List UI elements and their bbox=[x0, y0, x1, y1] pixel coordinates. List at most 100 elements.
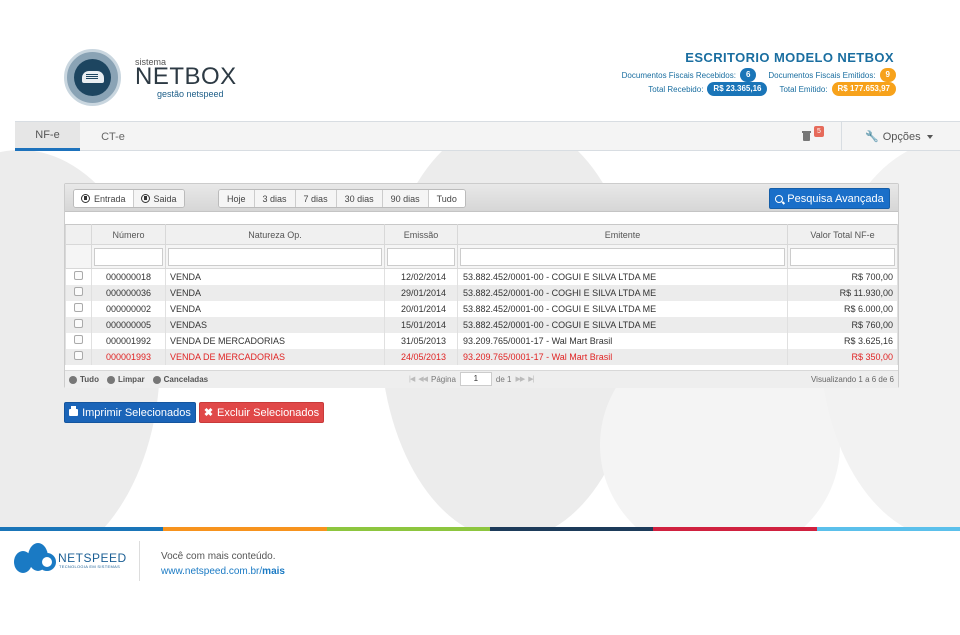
clear-selection-label: Limpar bbox=[117, 375, 145, 384]
minus-circle-icon bbox=[106, 375, 115, 384]
filter-toolbar: Entrada Saida Hoje 3 dias 7 dias 30 dias… bbox=[65, 184, 898, 212]
period-7-dias[interactable]: 7 dias bbox=[295, 190, 337, 207]
document-lines-icon bbox=[86, 74, 98, 75]
options-menu[interactable]: 🔧 Opções bbox=[865, 122, 933, 151]
print-selected-button[interactable]: Imprimir Selecionados bbox=[64, 402, 196, 423]
clear-selection-button[interactable]: Limpar bbox=[106, 375, 145, 384]
row-checkbox[interactable] bbox=[74, 319, 83, 328]
row-checkbox[interactable] bbox=[74, 303, 83, 312]
cell-numero: 000000002 bbox=[91, 300, 166, 317]
cell-emitente: 53.882.452/0001-00 - COGUI E SILVA LTDA … bbox=[457, 316, 788, 333]
row-checkbox[interactable] bbox=[74, 271, 83, 281]
advanced-search-button[interactable]: Pesquisa Avançada bbox=[769, 188, 890, 209]
table-row[interactable]: 000000005 VENDAS 15/01/2014 53.882.452/0… bbox=[65, 316, 898, 333]
row-checkbox[interactable] bbox=[74, 351, 83, 360]
search-icon bbox=[775, 194, 784, 203]
total-received-label: Total Recebido: bbox=[648, 84, 704, 94]
printer-icon bbox=[69, 406, 79, 416]
filter-natureza-input[interactable] bbox=[168, 247, 382, 266]
period-3-dias[interactable]: 3 dias bbox=[254, 190, 296, 207]
cell-emissao: 12/02/2014 bbox=[384, 268, 458, 285]
tabbar-divider bbox=[841, 122, 842, 151]
table-row[interactable]: 000000002 VENDA 20/01/2014 53.882.452/00… bbox=[65, 300, 898, 317]
col-numero[interactable]: Número bbox=[91, 224, 166, 245]
print-selected-label: Imprimir Selecionados bbox=[82, 406, 191, 419]
footer-divider bbox=[139, 541, 140, 581]
select-cancelled-button[interactable]: Canceladas bbox=[152, 375, 209, 384]
table-row-cancelled[interactable]: 000001993 VENDA DE MERCADORIAS 24/05/201… bbox=[65, 348, 898, 365]
trash-count-badge: 5 bbox=[814, 126, 824, 137]
cell-emissao: 20/01/2014 bbox=[384, 300, 458, 317]
period-30-dias[interactable]: 30 dias bbox=[336, 190, 383, 207]
cell-emissao: 29/01/2014 bbox=[384, 284, 458, 301]
previous-page-icon[interactable]: ◀◀ bbox=[418, 375, 428, 383]
netspeed-name: NETSPEED bbox=[58, 551, 127, 565]
cell-emitente: 93.209.765/0001-17 - Wal Mart Brasil bbox=[457, 332, 788, 349]
next-page-icon[interactable]: ▶▶ bbox=[515, 375, 525, 383]
cell-emitente: 53.882.452/0001-00 - COGHI E SILVA LTDA … bbox=[457, 284, 788, 301]
cell-valor: R$ 700,00 bbox=[787, 268, 898, 285]
period-tudo[interactable]: Tudo bbox=[428, 190, 465, 207]
advanced-search-label: Pesquisa Avançada bbox=[787, 192, 884, 205]
selection-controls: Tudo Limpar Canceladas bbox=[69, 375, 208, 384]
footer-link[interactable]: www.netspeed.com.br/mais bbox=[161, 566, 285, 577]
filter-cell-emissao bbox=[384, 244, 458, 269]
select-all-button[interactable]: Tudo bbox=[69, 375, 99, 384]
tab-cte[interactable]: CT-e bbox=[91, 122, 135, 151]
footer-link-prefix: www.netspeed.com.br/ bbox=[161, 566, 263, 577]
col-emitente[interactable]: Emitente bbox=[457, 224, 788, 245]
cell-natureza: VENDA DE MERCADORIAS bbox=[165, 348, 385, 365]
cell-emitente: 53.882.452/0001-00 - COGUI E SILVA LTDA … bbox=[457, 300, 788, 317]
page-label: Página bbox=[430, 374, 456, 384]
totals-stats-row: Total Recebido: R$ 23.365,16 Total Emiti… bbox=[648, 82, 896, 96]
cloud-icon bbox=[82, 71, 104, 83]
cell-valor: R$ 6.000,00 bbox=[787, 300, 898, 317]
last-page-icon[interactable]: ▶| bbox=[528, 375, 534, 383]
logo-inner bbox=[74, 59, 111, 96]
cell-numero: 000000018 bbox=[91, 268, 166, 285]
trash-icon[interactable] bbox=[801, 129, 815, 145]
col-natureza[interactable]: Natureza Op. bbox=[165, 224, 385, 245]
footer-tagline: Você com mais conteúdo. bbox=[161, 551, 276, 562]
netbox-logo[interactable] bbox=[64, 49, 121, 106]
arrow-down-circle-icon bbox=[81, 194, 90, 203]
period-hoje[interactable]: Hoje bbox=[219, 190, 255, 207]
page: sistema NETBOX gestão netspeed ESCRITORI… bbox=[0, 0, 960, 635]
col-valor[interactable]: Valor Total NF-e bbox=[787, 224, 898, 245]
tab-nfe[interactable]: NF-e bbox=[15, 122, 80, 151]
col-emissao[interactable]: Emissão bbox=[384, 224, 458, 245]
docs-emitted-badge[interactable]: 9 bbox=[879, 68, 896, 82]
x-circle-icon bbox=[152, 375, 161, 384]
delete-selected-button[interactable]: ✖ Excluir Selecionados bbox=[199, 402, 324, 423]
page-number-input[interactable]: 1 bbox=[459, 372, 492, 386]
select-cancelled-label: Canceladas bbox=[163, 375, 209, 384]
table-row[interactable]: 000000018 VENDA 12/02/2014 53.882.452/00… bbox=[65, 268, 898, 285]
brand-name: NETBOX bbox=[135, 63, 237, 90]
entrada-button[interactable]: Entrada bbox=[74, 190, 134, 207]
cell-numero: 000001992 bbox=[91, 332, 166, 349]
direction-toggle: Entrada Saida bbox=[73, 189, 185, 208]
row-checkbox[interactable] bbox=[74, 287, 83, 296]
cell-numero: 000000036 bbox=[91, 284, 166, 301]
entrada-label: Entrada bbox=[94, 193, 126, 204]
filter-emitente-input[interactable] bbox=[460, 247, 785, 266]
netspeed-logo[interactable] bbox=[14, 543, 56, 575]
table-row[interactable]: 000001992 VENDA DE MERCADORIAS 31/05/201… bbox=[65, 332, 898, 349]
saida-button[interactable]: Saida bbox=[133, 190, 184, 207]
arrow-up-circle-icon bbox=[140, 194, 150, 203]
first-page-icon[interactable]: |◀ bbox=[409, 375, 415, 383]
docs-emitted-label: Documentos Fiscais Emitidos: bbox=[768, 70, 876, 80]
filter-cell-numero bbox=[91, 244, 166, 269]
cell-emissao: 24/05/2013 bbox=[384, 348, 458, 365]
filter-valor-input[interactable] bbox=[790, 247, 895, 266]
footer-link-bold: mais bbox=[262, 566, 285, 577]
period-90-dias[interactable]: 90 dias bbox=[382, 190, 429, 207]
col-select bbox=[65, 224, 92, 245]
docs-received-badge[interactable]: 6 bbox=[739, 68, 757, 82]
row-checkbox[interactable] bbox=[74, 335, 83, 344]
filter-numero-input[interactable] bbox=[94, 247, 163, 266]
table-row[interactable]: 000000036 VENDA 29/01/2014 53.882.452/00… bbox=[65, 284, 898, 301]
cell-valor: R$ 350,00 bbox=[787, 348, 898, 365]
cell-valor: R$ 3.625,16 bbox=[787, 332, 898, 349]
filter-emissao-input[interactable] bbox=[387, 247, 455, 266]
